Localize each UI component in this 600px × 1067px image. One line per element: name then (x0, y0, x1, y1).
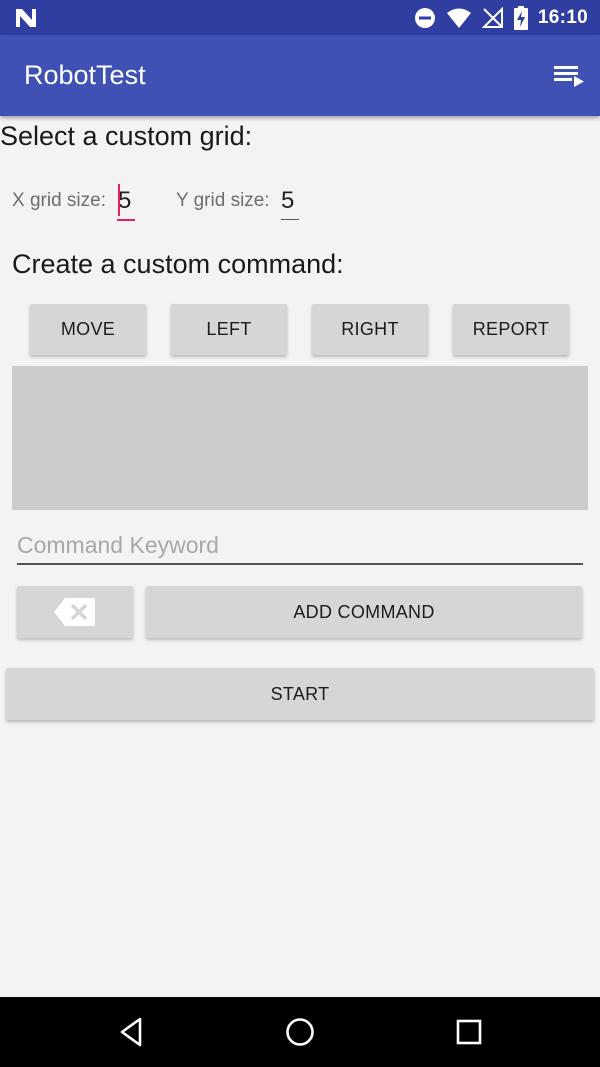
back-icon[interactable] (114, 1014, 150, 1050)
status-time: 16:10 (537, 6, 588, 28)
status-bar: 16:10 (0, 0, 600, 35)
menu-list-icon[interactable] (552, 59, 586, 93)
command-keyword-input[interactable] (17, 528, 582, 562)
x-grid-underline (117, 219, 135, 221)
app-bar: RobotTest (0, 35, 600, 116)
keyword-underline (17, 563, 583, 565)
backspace-button[interactable] (17, 586, 133, 638)
battery-charging-icon (513, 5, 528, 30)
start-button[interactable]: START (6, 668, 594, 720)
right-button[interactable]: RIGHT (312, 304, 428, 355)
text-cursor (118, 184, 120, 216)
left-button[interactable]: LEFT (171, 304, 287, 355)
do-not-disturb-icon (414, 7, 435, 28)
navigation-bar (0, 997, 600, 1067)
x-grid-label: X grid size: (12, 190, 106, 211)
grid-heading: Select a custom grid: (0, 121, 253, 151)
home-icon[interactable] (282, 1014, 318, 1050)
add-command-button[interactable]: ADD COMMAND (146, 586, 582, 638)
y-grid-underline (281, 219, 299, 220)
command-sequence-area (12, 366, 588, 510)
no-signal-icon (481, 6, 503, 28)
app-title: RobotTest (24, 60, 146, 90)
recents-icon[interactable] (451, 1014, 487, 1050)
wifi-icon (446, 8, 471, 28)
y-grid-input[interactable] (279, 185, 305, 217)
command-heading: Create a custom command: (12, 249, 344, 279)
backspace-icon (54, 598, 95, 626)
y-grid-label: Y grid size: (176, 190, 270, 211)
move-button[interactable]: MOVE (30, 304, 146, 355)
notification-n-icon (16, 9, 36, 27)
report-button[interactable]: REPORT (453, 304, 569, 355)
